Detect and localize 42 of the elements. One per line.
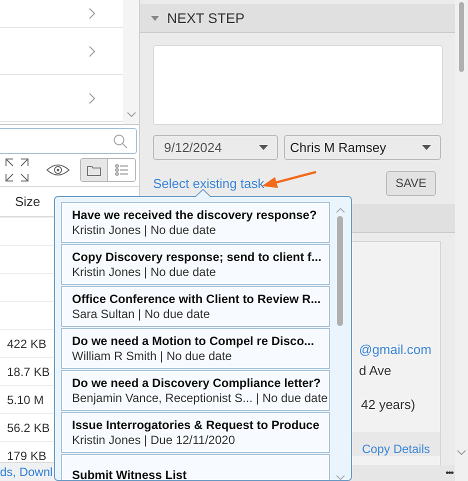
scroll-up-icon[interactable] [336, 208, 344, 213]
file-size: 179 KB [7, 448, 46, 462]
date-dropdown[interactable]: 9/12/2024 [153, 135, 278, 160]
scroll-down-icon[interactable] [336, 475, 344, 480]
dropdown-caret-icon [259, 145, 268, 150]
chevron-right-icon[interactable] [89, 46, 95, 56]
scrollbar-thumb[interactable] [337, 216, 343, 326]
eye-icon[interactable] [46, 163, 70, 177]
task-item[interactable]: Do we need a Motion to Compel re Disco... William R Smith | No due date [61, 328, 330, 369]
section-title: NEXT STEP [167, 10, 245, 26]
scroll-down-icon[interactable] [126, 112, 136, 117]
search-icon[interactable] [113, 134, 128, 148]
collapse-icon[interactable] [151, 16, 159, 20]
folder-icon [87, 164, 101, 176]
assignee-dropdown[interactable]: Chris M Ramsey [284, 135, 441, 160]
file-size: 18.7 KB [7, 364, 50, 378]
more-icon[interactable]: ••• [445, 468, 453, 478]
address-text: d Ave [359, 363, 392, 378]
file-size: 5.10 M [7, 392, 44, 406]
chevron-right-icon[interactable] [89, 92, 95, 104]
age-text: 42 years) [361, 397, 416, 412]
dropdown-caret-icon [422, 145, 431, 150]
file-size: 422 KB [7, 336, 46, 350]
save-button[interactable]: SAVE [386, 170, 436, 196]
task-item[interactable]: Issue Interrogatories & Request to Produce Kristin Jones | Due 12/11/2020 [61, 412, 330, 453]
column-header[interactable]: Size [15, 194, 40, 209]
scroll-down-icon[interactable] [457, 450, 466, 455]
chevron-right-icon[interactable] [89, 8, 95, 19]
task-item[interactable]: Submit Witness List [61, 454, 330, 480]
task-item[interactable]: Office Conference with Client to Review R... Sara Sultan | No due date [61, 286, 330, 327]
list-icon [114, 164, 128, 176]
folder-view-button[interactable] [81, 159, 108, 181]
status-link[interactable]: ds, Downl [0, 465, 53, 479]
search-field[interactable] [0, 128, 137, 154]
task-item[interactable]: Copy Discovery response; send to client f... Kristin Jones | No due date [61, 244, 330, 285]
file-size: 56.2 KB [7, 420, 50, 434]
section-header[interactable]: NEXT STEP [140, 4, 455, 33]
task-item[interactable]: Have we received the discovery response? Kristin Jones | No due date [61, 202, 330, 243]
task-item[interactable]: Do we need a Discovery Compliance letter? Benjamin Vance, Receptionist S... | No due date [61, 370, 330, 411]
expand-icon[interactable] [4, 157, 30, 183]
scrollbar-thumb[interactable] [459, 2, 464, 72]
notes-field[interactable] [153, 45, 443, 125]
